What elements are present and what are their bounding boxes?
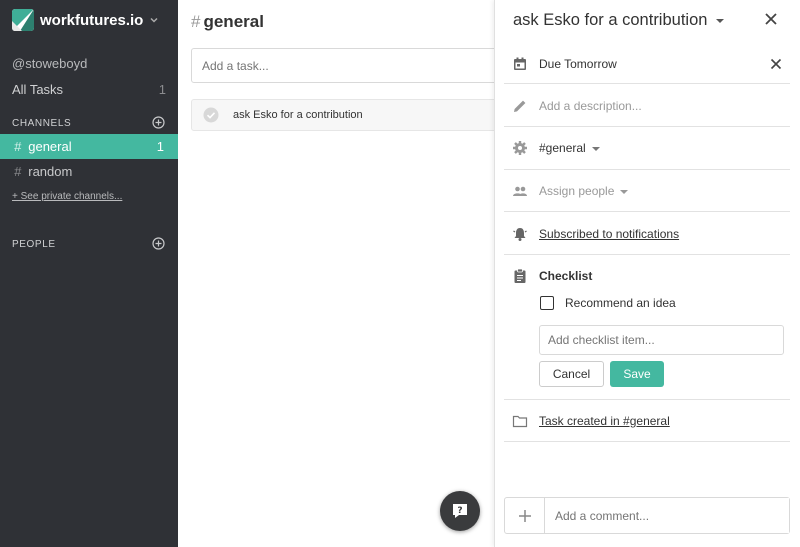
gear-icon: [513, 141, 527, 155]
caret-down-icon: [620, 189, 629, 194]
workspace-switcher[interactable]: workfutures.io: [12, 9, 159, 31]
task-detail-panel: ask Esko for a contribution Due Tomorrow…: [494, 0, 800, 547]
channel-value: #general: [539, 141, 586, 155]
checklist-heading: Checklist: [539, 269, 593, 283]
channel-title: general: [203, 12, 264, 31]
checklist-item-input[interactable]: [539, 325, 784, 355]
new-task-input[interactable]: [191, 48, 511, 83]
caret-down-icon: [591, 146, 600, 151]
hash-icon: #: [14, 139, 22, 154]
question-bubble-icon: ?: [453, 504, 467, 518]
clear-due-date-icon[interactable]: [770, 58, 782, 70]
task-row[interactable]: ask Esko for a contribution: [191, 99, 511, 131]
people-icon: [513, 186, 527, 196]
channel-count: 1: [156, 139, 164, 154]
clipboard-icon: [514, 268, 526, 283]
workspace-name: workfutures.io: [40, 11, 144, 29]
notifications-row[interactable]: Subscribed to notifications: [504, 212, 790, 255]
channel-name: general: [28, 139, 72, 154]
add-attachment-button[interactable]: [505, 498, 545, 533]
add-channel-icon[interactable]: [152, 116, 165, 129]
bell-icon: [513, 228, 527, 241]
all-tasks-label: All Tasks: [12, 82, 64, 97]
checklist-item-checkbox[interactable]: [540, 296, 554, 310]
description-placeholder: Add a description...: [539, 99, 642, 113]
close-icon[interactable]: [764, 12, 778, 26]
task-title[interactable]: ask Esko for a contribution: [513, 11, 725, 30]
help-button[interactable]: ?: [440, 491, 480, 531]
sidebar-item-all-tasks[interactable]: All Tasks 1: [12, 82, 166, 97]
sidebar-item-general[interactable]: # general 1: [0, 134, 178, 159]
workspace-logo: [12, 9, 34, 31]
folder-icon: [512, 415, 528, 428]
due-date-row[interactable]: Due Tomorrow: [504, 44, 790, 84]
channel-select[interactable]: #general: [539, 141, 600, 155]
sidebar-item-random[interactable]: # random: [0, 159, 178, 184]
page-title: # general: [191, 12, 264, 32]
due-date-text: Due Tomorrow: [539, 57, 617, 71]
channel-row[interactable]: #general: [504, 127, 790, 170]
save-button[interactable]: Save: [610, 361, 664, 387]
channel-name: random: [28, 164, 73, 179]
caret-down-icon: [716, 18, 725, 23]
description-row[interactable]: Add a description...: [504, 84, 790, 127]
hash-icon: #: [14, 164, 22, 179]
comment-box: [504, 497, 790, 534]
task-created-link[interactable]: Task created in #general: [539, 414, 670, 428]
add-person-icon[interactable]: [152, 237, 165, 250]
subscribed-link[interactable]: Subscribed to notifications: [539, 227, 679, 241]
comment-input[interactable]: [545, 498, 789, 533]
user-handle[interactable]: @stoweboyd: [12, 56, 87, 71]
calendar-icon: [514, 57, 526, 70]
checklist-item-label: Recommend an idea: [565, 296, 676, 310]
chevron-down-icon: [150, 17, 158, 23]
people-heading: PEOPLE: [12, 239, 56, 250]
svg-text:?: ?: [457, 506, 462, 516]
sidebar: workfutures.io @stoweboyd All Tasks 1 CH…: [0, 0, 178, 547]
task-list-pane: #general ask Esko for a contribution ?: [178, 0, 511, 547]
all-tasks-count: 1: [158, 82, 166, 97]
cancel-button[interactable]: Cancel: [539, 361, 604, 387]
task-title-text: ask Esko for a contribution: [513, 11, 708, 29]
hash-icon: #: [191, 12, 201, 31]
check-circle-icon[interactable]: [203, 107, 219, 123]
assign-people-label: Assign people: [539, 184, 615, 198]
pencil-icon: [514, 100, 526, 112]
assign-row[interactable]: Assign people: [504, 170, 790, 212]
assign-people-select[interactable]: Assign people: [539, 184, 629, 198]
channels-heading: CHANNELS: [12, 118, 72, 129]
created-row: Task created in #general: [504, 400, 790, 442]
task-text: ask Esko for a contribution: [233, 109, 363, 121]
see-private-channels-link[interactable]: + See private channels...: [12, 191, 122, 202]
plus-icon: [518, 509, 531, 522]
